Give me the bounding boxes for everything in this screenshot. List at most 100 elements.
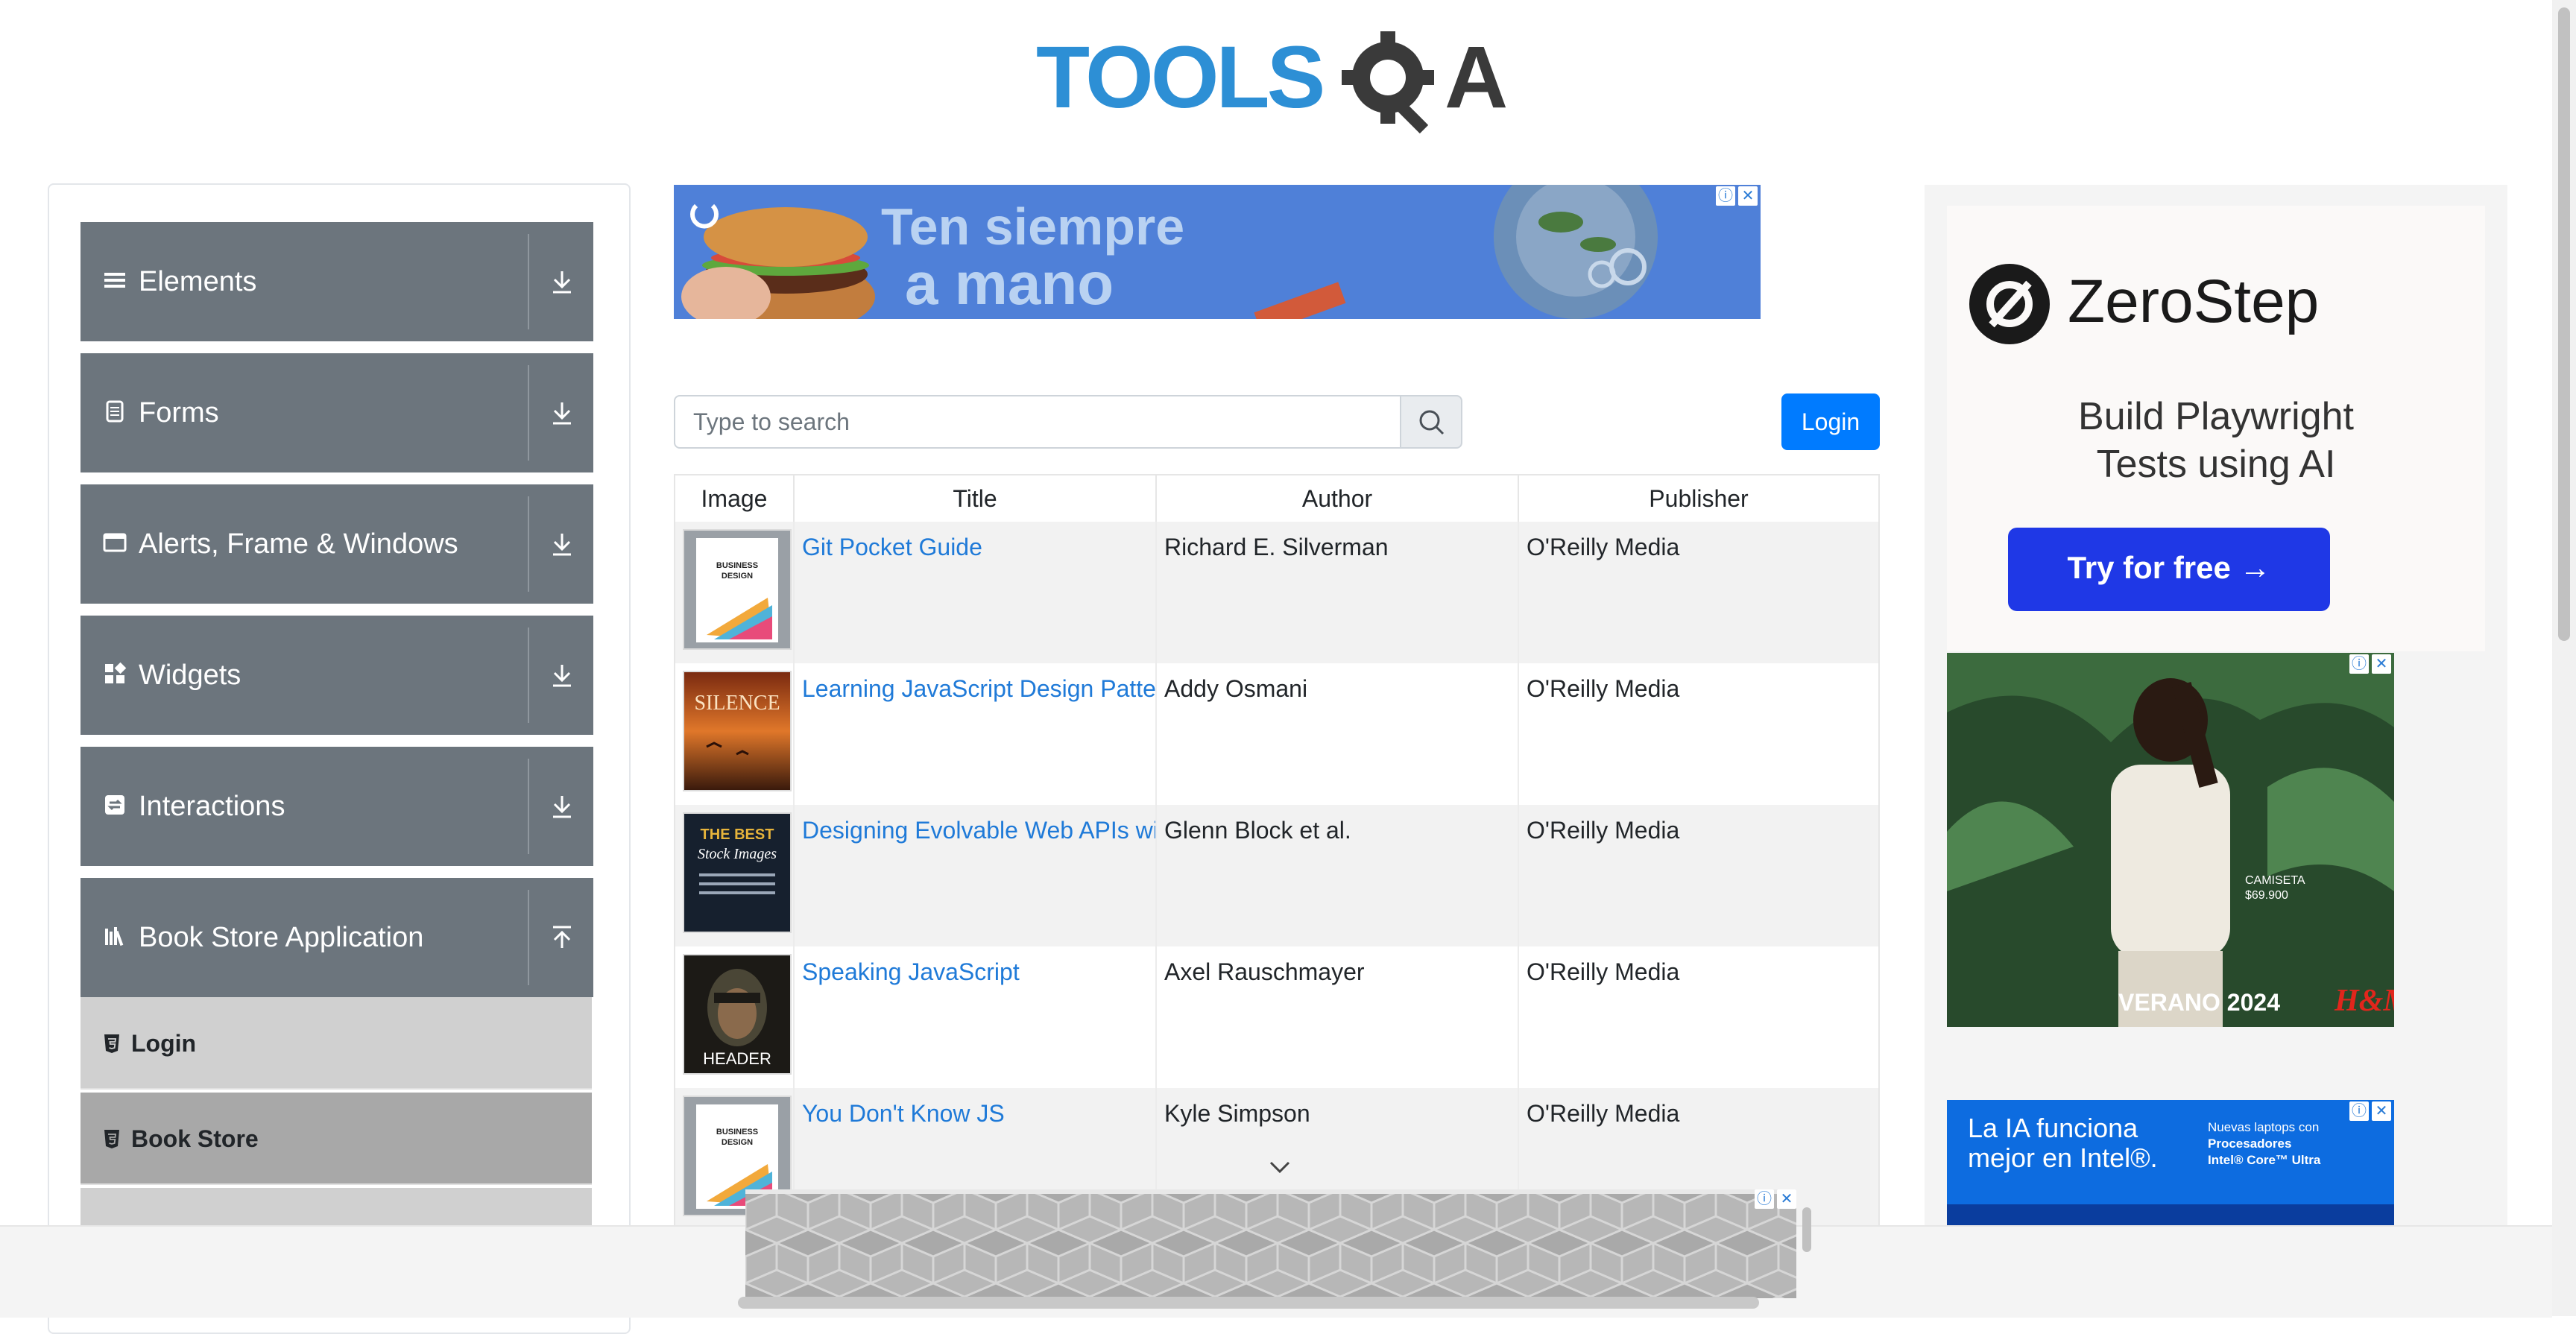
author-cell: Glenn Block et al.	[1157, 805, 1519, 946]
ad-close-icon[interactable]: ✕	[1777, 1189, 1796, 1209]
logo-text-a: A	[1445, 28, 1508, 127]
intel-side-1: Nuevas laptops con	[2208, 1120, 2319, 1134]
ad-scrollbar[interactable]	[1802, 1207, 1811, 1252]
ad-choices[interactable]: ⓘ ✕	[1755, 1189, 1796, 1209]
author-cell: Addy Osmani	[1157, 663, 1519, 805]
divider	[528, 365, 529, 461]
page-scrollbar-thumb[interactable]	[2558, 7, 2570, 641]
sidebar-group-interactions[interactable]: Interactions	[80, 747, 593, 866]
zerostep-headline-1: Build Playwright	[2078, 395, 2354, 438]
intel-line-1: La IA funciona	[1968, 1113, 2138, 1143]
ad-info-icon[interactable]: ⓘ	[1755, 1189, 1774, 1209]
column-header-publisher[interactable]: Publisher	[1519, 475, 1878, 522]
sidebar-group-label: Alerts, Frame & Windows	[139, 528, 458, 560]
ad-choices[interactable]: ⓘ ✕	[2349, 1101, 2391, 1121]
ad-close-icon[interactable]: ✕	[1738, 186, 1758, 206]
chevron-down-icon[interactable]	[1269, 1160, 1291, 1175]
html5-icon	[104, 1130, 119, 1148]
login-button[interactable]: Login	[1781, 393, 1880, 450]
ad-close-icon[interactable]: ✕	[2372, 1101, 2391, 1121]
widgets-icon	[105, 662, 127, 683]
sidebar-group-label: Forms	[139, 397, 219, 429]
book-cover-image: THE BEST Stock Images	[683, 812, 792, 933]
download-arrow-icon[interactable]	[549, 268, 575, 295]
publisher-cell: O'Reilly Media	[1527, 817, 1680, 844]
ad-hm[interactable]: CAMISETA $69.900 VERANO 2024 H&M ⓘ ✕	[1947, 653, 2394, 1027]
book-cover-image: BUSINESS DESIGN	[683, 529, 792, 650]
intel-side-2: Procesadores	[2208, 1137, 2291, 1151]
sidebar-group-forms[interactable]: Forms	[80, 353, 593, 472]
sidebar-item-label: Book Store	[131, 1125, 259, 1152]
title-cell: Designing Evolvable Web APIs wi	[795, 805, 1157, 946]
horizontal-scrollbar-thumb[interactable]	[738, 1297, 1759, 1309]
toolsqa-logo[interactable]: TOOLS A	[1036, 19, 1521, 139]
document-icon	[106, 400, 124, 423]
logo-gear-icon	[1342, 31, 1434, 134]
author-cell: Axel Rauschmayer	[1157, 946, 1519, 1088]
hm-price-label: CAMISETA	[2245, 874, 2305, 887]
image-cell: SILENCE	[675, 663, 795, 805]
intel-line-2: mejor en Intel®.	[1968, 1142, 2158, 1173]
sidebar-item-label: Login	[131, 1030, 197, 1057]
download-arrow-icon[interactable]	[549, 662, 575, 689]
book-title-link[interactable]: Designing Evolvable Web APIs wi	[802, 817, 1155, 844]
title-cell: Learning JavaScript Design Patte	[795, 663, 1157, 805]
book-title-link[interactable]: Learning JavaScript Design Patte	[802, 675, 1155, 702]
sidebar-group-widgets[interactable]: Widgets	[80, 616, 593, 735]
title-cell: Git Pocket Guide	[795, 522, 1157, 663]
sidebar-group-book-store-application[interactable]: Book Store Application	[80, 878, 593, 997]
ad-info-icon[interactable]: ⓘ	[2349, 654, 2369, 674]
sidebar-group-label: Book Store Application	[139, 922, 424, 953]
ad-banner-top[interactable]: Ten siempre a mano ⓘ ✕	[674, 185, 1761, 319]
sidebar-group-elements[interactable]: Elements	[80, 222, 593, 341]
table-row: THE BEST Stock Images Designing Evolvable…	[675, 805, 1878, 946]
book-title-link[interactable]: You Don't Know JS	[802, 1100, 1005, 1127]
interactions-icon	[105, 795, 124, 815]
publisher-cell: O'Reilly Media	[1527, 675, 1680, 702]
publisher-cell: O'Reilly Media	[1527, 534, 1680, 560]
divider	[528, 234, 529, 329]
cover-text: THE BEST	[701, 826, 774, 843]
ad-info-icon[interactable]: ⓘ	[2349, 1101, 2369, 1121]
download-arrow-icon[interactable]	[549, 793, 575, 820]
ad-close-icon[interactable]: ✕	[2372, 654, 2391, 674]
sidebar-group-label: Widgets	[139, 660, 242, 691]
ad-zerostep[interactable]: ZeroStep Build Playwright Tests using AI…	[1947, 206, 2485, 651]
sidebar-group-label: Elements	[139, 266, 257, 297]
ad-choices[interactable]: ⓘ ✕	[2349, 654, 2391, 674]
sidebar-group-label: Interactions	[139, 791, 285, 822]
intel-side-3: Intel® Core™ Ultra	[2208, 1153, 2321, 1167]
column-header-title[interactable]: Title	[795, 475, 1157, 522]
ad-bottom-sticky[interactable]: ⓘ ✕	[745, 1189, 1796, 1298]
window-icon	[103, 533, 127, 552]
cover-text: DESIGN	[722, 572, 753, 581]
download-arrow-icon[interactable]	[549, 531, 575, 557]
sidebar-item-book-store[interactable]: Book Store	[80, 1093, 592, 1185]
column-header-image[interactable]: Image	[675, 475, 795, 522]
hm-tagline: VERANO 2024	[2118, 989, 2280, 1016]
cover-text: HEADER	[703, 1049, 771, 1068]
image-cell: HEADER	[675, 946, 795, 1088]
divider	[528, 496, 529, 592]
sidebar-group-alerts-frame-windows[interactable]: Alerts, Frame & Windows	[80, 484, 593, 604]
ad-choices[interactable]: ⓘ ✕	[1716, 186, 1758, 206]
table-row: HEADER Speaking JavaScript Axel Rauschma…	[675, 946, 1878, 1088]
book-title-link[interactable]: Git Pocket Guide	[802, 534, 982, 560]
image-cell: BUSINESS DESIGN	[675, 522, 795, 663]
book-cover-image: SILENCE	[683, 671, 792, 791]
download-arrow-icon[interactable]	[549, 399, 575, 426]
column-header-author[interactable]: Author	[1157, 475, 1519, 522]
ad-info-icon[interactable]: ⓘ	[1716, 186, 1735, 206]
search-button[interactable]	[1400, 395, 1462, 449]
sidebar-item-login[interactable]: Login	[80, 997, 592, 1090]
author-cell: Richard E. Silverman	[1157, 522, 1519, 663]
book-title-link[interactable]: Speaking JavaScript	[802, 958, 1020, 985]
cover-text: BUSINESS	[716, 1128, 758, 1137]
book-cover-image: HEADER	[683, 954, 792, 1075]
hm-price: $69.900	[2245, 889, 2288, 902]
hamburger-icon	[104, 273, 125, 288]
search-input[interactable]	[674, 395, 1401, 449]
logo-text-tools: TOOLS	[1036, 28, 1323, 127]
zerostep-cta[interactable]: Try for free →	[2067, 550, 2270, 585]
upload-arrow-icon[interactable]	[549, 924, 575, 951]
